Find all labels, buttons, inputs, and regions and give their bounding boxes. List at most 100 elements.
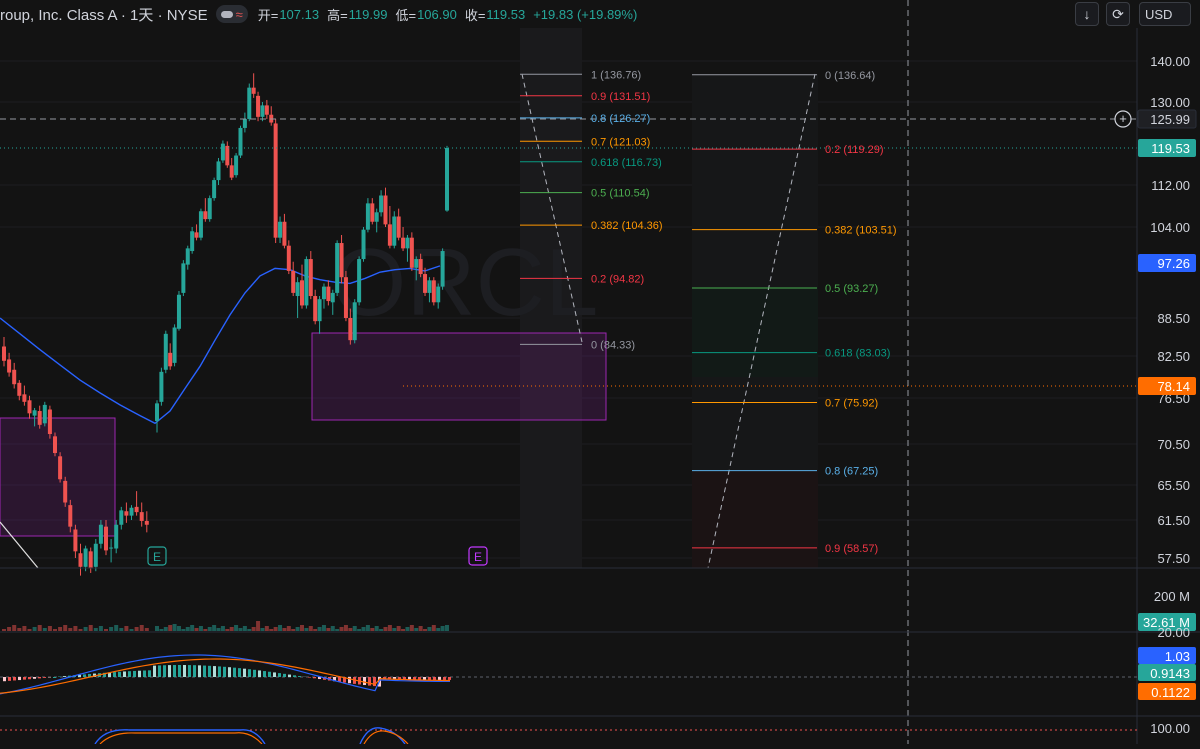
macd-histogram-bar[interactable] — [123, 671, 126, 677]
candle-body[interactable] — [225, 146, 229, 165]
volume-bar[interactable] — [247, 629, 251, 631]
macd-histogram-bar[interactable] — [258, 670, 261, 677]
candle-body[interactable] — [247, 88, 251, 119]
volume-bar[interactable] — [43, 628, 47, 631]
candle-body[interactable] — [7, 359, 11, 372]
volume-bar[interactable] — [392, 628, 396, 631]
candle-body[interactable] — [109, 548, 113, 549]
candle-body[interactable] — [383, 196, 387, 225]
volume-bar[interactable] — [401, 629, 405, 631]
candle-body[interactable] — [348, 318, 352, 340]
candle-body[interactable] — [243, 119, 247, 128]
volume-bar[interactable] — [7, 627, 11, 631]
macd-histogram-bar[interactable] — [228, 667, 231, 677]
reset-chart-button[interactable]: ⟳ — [1106, 2, 1130, 26]
candle-body[interactable] — [296, 282, 300, 296]
volume-bar[interactable] — [432, 625, 436, 631]
candle-body[interactable] — [48, 410, 52, 435]
macd-histogram-bar[interactable] — [178, 665, 181, 677]
volume-bar[interactable] — [17, 628, 21, 631]
volume-bar[interactable] — [388, 625, 392, 631]
volume-bar[interactable] — [79, 629, 83, 631]
macd-histogram-bar[interactable] — [158, 665, 161, 677]
macd-histogram-bar[interactable] — [283, 674, 286, 677]
candle-body[interactable] — [287, 246, 291, 271]
volume-bar[interactable] — [104, 629, 108, 631]
currency-select[interactable]: USD — [1139, 2, 1191, 26]
macd-histogram-bar[interactable] — [348, 677, 351, 683]
volume-bar[interactable] — [221, 626, 225, 631]
volume-bar[interactable] — [168, 625, 172, 631]
macd-histogram-bar[interactable] — [253, 670, 256, 677]
candle-body[interactable] — [282, 222, 286, 246]
volume-bar[interactable] — [278, 625, 282, 631]
candle-body[interactable] — [256, 96, 260, 117]
macd-histogram-bar[interactable] — [138, 671, 141, 677]
candle-body[interactable] — [130, 508, 134, 516]
macd-histogram-bar[interactable] — [293, 675, 296, 677]
macd-histogram-bar[interactable] — [238, 668, 241, 677]
volume-bar[interactable] — [73, 626, 77, 631]
macd-histogram-bar[interactable] — [163, 665, 166, 677]
macd-histogram-bar[interactable] — [368, 677, 371, 686]
volume-bar[interactable] — [140, 625, 144, 631]
oscillator-line-orange[interactable] — [364, 731, 408, 744]
volume-bar[interactable] — [344, 625, 348, 631]
volume-bar[interactable] — [190, 625, 194, 631]
candle-body[interactable] — [135, 507, 139, 512]
volume-bar[interactable] — [243, 626, 247, 631]
macd-histogram-bar[interactable] — [288, 675, 291, 677]
candle-body[interactable] — [99, 525, 103, 544]
volume-bar[interactable] — [313, 629, 317, 631]
macd-histogram-bar[interactable] — [28, 677, 31, 679]
volume-bar[interactable] — [225, 629, 229, 631]
candle-body[interactable] — [2, 347, 6, 361]
candle-body[interactable] — [199, 211, 203, 237]
candle-body[interactable] — [357, 259, 361, 302]
candle-body[interactable] — [186, 248, 190, 264]
volume-bar[interactable] — [410, 625, 414, 631]
macd-histogram-bar[interactable] — [128, 671, 131, 677]
candle-body[interactable] — [318, 299, 322, 321]
volume-bar[interactable] — [348, 628, 352, 631]
volume-bar[interactable] — [68, 628, 72, 631]
macd-histogram-bar[interactable] — [53, 677, 56, 678]
candle-body[interactable] — [309, 259, 313, 296]
candle-body[interactable] — [79, 553, 83, 567]
volume-bar[interactable] — [203, 629, 207, 631]
oscillator-line-orange[interactable] — [100, 733, 262, 744]
visibility-toggle[interactable]: ≈ — [216, 5, 248, 23]
candle-body[interactable] — [73, 530, 77, 552]
volume-bar[interactable] — [28, 629, 32, 631]
candle-body[interactable] — [159, 372, 163, 402]
macd-histogram-bar[interactable] — [233, 668, 236, 677]
volume-bar[interactable] — [383, 627, 387, 631]
candle-body[interactable] — [119, 510, 123, 524]
macd-histogram-bar[interactable] — [268, 672, 271, 677]
volume-bar[interactable] — [427, 627, 431, 631]
volume-bar[interactable] — [282, 628, 286, 631]
volume-bar[interactable] — [379, 629, 383, 631]
candle-body[interactable] — [177, 295, 181, 329]
candle-body[interactable] — [335, 243, 339, 293]
volume-bar[interactable] — [252, 627, 256, 631]
macd-histogram-bar[interactable] — [208, 666, 211, 677]
macd-histogram-bar[interactable] — [273, 672, 276, 677]
candle-body[interactable] — [427, 280, 431, 293]
volume-bar[interactable] — [318, 627, 322, 631]
candle-body[interactable] — [353, 302, 357, 340]
volume-bar[interactable] — [181, 629, 185, 631]
volume-bar[interactable] — [212, 625, 216, 631]
volume-bar[interactable] — [63, 625, 67, 631]
macd-histogram-bar[interactable] — [363, 677, 366, 685]
volume-bar[interactable] — [208, 627, 212, 631]
macd-histogram-bar[interactable] — [173, 665, 176, 677]
macd-histogram-bar[interactable] — [143, 671, 146, 677]
volume-bar[interactable] — [94, 628, 98, 631]
macd-histogram-bar[interactable] — [223, 667, 226, 677]
candle-body[interactable] — [366, 203, 370, 229]
macd-histogram-bar[interactable] — [183, 665, 186, 677]
volume-bar[interactable] — [145, 628, 149, 631]
volume-bar[interactable] — [296, 627, 300, 631]
macd-histogram-bar[interactable] — [118, 672, 121, 677]
